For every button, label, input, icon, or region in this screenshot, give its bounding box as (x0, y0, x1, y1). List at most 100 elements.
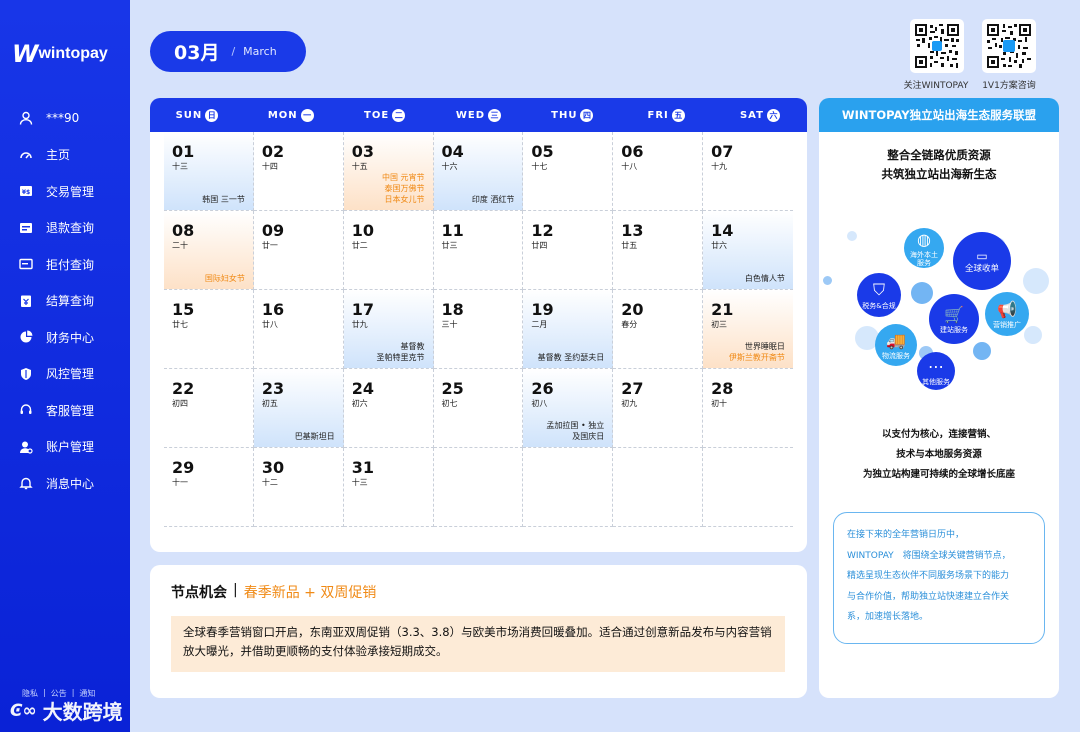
day-number: 17 (351, 300, 374, 319)
service-bubble-local[interactable]: ◍ 海外本土 服务 (904, 228, 944, 268)
calendar-day[interactable]: 24 初六 (343, 369, 434, 448)
calendar-day[interactable]: 26 初八 孟加拉国 • 独立 及国庆日 (523, 369, 614, 448)
opportunity-title: 节点机会 | 春季新品 + 双周促销 (171, 582, 376, 602)
lunar-date: 春分 (621, 320, 638, 329)
sidebar-item-label: 结算查询 (46, 294, 95, 309)
day-number: 12 (531, 221, 554, 240)
calendar-day[interactable]: 17 廿九 基督教 圣帕特里克节 (343, 290, 434, 369)
lunar-date: 廿八 (261, 320, 278, 329)
calendar: SUN 日 MON 一 TOE 二 WED 三 THU 四 FRI 五 SAT 六 01 十三 韩国 三一节 0… (150, 98, 807, 552)
panel-subtitle-line: 共筑独立站出海新生态 (881, 167, 997, 181)
shield-icon (18, 366, 34, 382)
service-bubble-other[interactable]: ⋯ 其他服务 (917, 352, 955, 390)
calendar-day[interactable]: 04 十六 印度 洒红节 (433, 132, 524, 211)
sidebar-item-chargebacks[interactable]: 拒付查询 (18, 246, 128, 283)
festival-line: 伊斯兰教开斋节 (728, 353, 785, 362)
day-number: 01 (172, 142, 195, 161)
calendar-day[interactable]: 20 春分 (613, 290, 704, 369)
decor-bubble (1023, 268, 1049, 294)
panel-description-line: 为独立站构建可持续的全球增长底座 (862, 469, 1015, 480)
calendar-day[interactable]: 31 十三 (343, 448, 434, 527)
calendar-day[interactable]: 30 十二 (253, 448, 344, 527)
sidebar-item-service[interactable]: 客服管理 (18, 392, 128, 429)
lunar-date: 廿四 (531, 241, 548, 250)
calendar-day[interactable]: 15 廿七 (164, 290, 254, 369)
headset-icon (18, 402, 34, 418)
lunar-date: 初七 (441, 399, 458, 408)
user-icon (18, 110, 34, 126)
calendar-day[interactable]: 19 二月 基督教 圣约瑟夫日 (523, 290, 614, 369)
calendar-day[interactable]: 12 廿四 (523, 211, 614, 290)
calendar-day-empty (703, 448, 793, 527)
calendar-day[interactable]: 03 十五 中国 元宵节 泰国万佛节 日本女儿节 (343, 132, 434, 211)
logo[interactable]: W wintopay (12, 40, 108, 68)
calendar-day[interactable]: 10 廿二 (343, 211, 434, 290)
sidebar-item-account[interactable]: 账户管理 (18, 429, 128, 466)
calendar-day[interactable]: 05 十七 (523, 132, 614, 211)
panel-header: WINTOPAY独立站出海生态服务联盟 (819, 98, 1059, 132)
sidebar-item-settlement[interactable]: 结算查询 (18, 283, 128, 320)
day-number: 04 (441, 142, 464, 161)
service-bubble-tax[interactable]: ⛉ 税务&合规 (857, 273, 901, 317)
day-number: 15 (172, 300, 195, 319)
weekday-badge: 六 (766, 108, 780, 122)
day-number: 10 (351, 221, 374, 240)
service-bubble-label: 税务&合规 (862, 302, 896, 310)
day-number: 08 (172, 221, 195, 240)
calendar-day[interactable]: 27 初九 (613, 369, 704, 448)
calendar-day[interactable]: 23 初五 巴基斯坦日 (253, 369, 344, 448)
service-bubble-diagram: ◍ 海外本土 服务 ▭ 全球收单 ⛉ 税务&合规 🛒 建站服务 📢 营销推广 🚚 … (819, 216, 1059, 396)
intro-line: 系，加速增长落地。 (847, 612, 929, 622)
weekday-label: WED (455, 109, 486, 121)
sidebar-item-home[interactable]: 主页 (18, 137, 128, 174)
calendar-day[interactable]: 29 十一 (164, 448, 254, 527)
service-bubble-label: 全球收单 (964, 264, 999, 274)
service-bubble-site-building[interactable]: 🛒 建站服务 (929, 294, 979, 344)
lunar-date: 十三 (172, 162, 188, 171)
service-bubble-marketing[interactable]: 📢 营销推广 (985, 292, 1029, 336)
festival-line: 中国 元宵节 (381, 173, 425, 182)
calendar-day[interactable]: 25 初七 (433, 369, 524, 448)
festival-line: 日本女儿节 (384, 195, 425, 204)
sidebar-item-messages[interactable]: 消息中心 (18, 465, 128, 502)
card-icon: ▭ (976, 249, 988, 263)
lunar-date: 初四 (172, 399, 188, 408)
opportunity-highlight: 春季新品 + 双周促销 (243, 585, 377, 601)
calendar-day[interactable]: 11 廿三 (433, 211, 524, 290)
service-bubble-acquiring[interactable]: ▭ 全球收单 (953, 232, 1011, 290)
sidebar-item-refunds[interactable]: 退款查询 (18, 210, 128, 247)
calendar-day[interactable]: 01 十三 韩国 三一节 (164, 132, 254, 211)
calendar-day[interactable]: 09 廿一 (253, 211, 344, 290)
user-account[interactable]: ***90 (18, 100, 128, 137)
day-number: 28 (711, 379, 734, 398)
calendar-day[interactable]: 21 初三 世界睡眠日 伊斯兰教开斋节 (703, 290, 793, 369)
calendar-day[interactable]: 14 廿六 白色情人节 (703, 211, 793, 290)
decor-bubble (847, 231, 857, 241)
panel-subtitle-line: 整合全链路优质资源 (887, 148, 991, 162)
sidebar-item-transactions[interactable]: ¥$ 交易管理 (18, 173, 128, 210)
calendar-day[interactable]: 13 廿五 (613, 211, 704, 290)
month-selector[interactable]: 03月 / March (150, 31, 306, 72)
sidebar: W wintopay ***90 主页 ¥$ 交易管理 退款查询 拒付查询 结算… (0, 0, 130, 732)
festival-label: 世界睡眠日 伊斯兰教开斋节 (729, 341, 785, 363)
calendar-grid: 01 十三 韩国 三一节 02 十四 03 十五 中国 元宵节 泰国万佛节 日本女儿节 04 十六 印度… (164, 132, 793, 527)
festival-line: 白色情人节 (744, 274, 785, 283)
sidebar-item-risk[interactable]: 风控管理 (18, 356, 128, 393)
refund-icon (18, 220, 34, 236)
calendar-day[interactable]: 02 十四 (253, 132, 344, 211)
service-bubble-logistics[interactable]: 🚚 物流服务 (875, 324, 917, 366)
calendar-day[interactable]: 28 初十 (703, 369, 793, 448)
weekday-label: TOE (364, 109, 390, 121)
opportunity-body: 全球春季营销窗口开启，东南亚双周促销（3.3、3.8）与欧美市场消费回暖叠加。适… (171, 616, 785, 672)
festival-label: 基督教 圣帕特里克节 (377, 341, 425, 363)
calendar-day[interactable]: 22 初四 (164, 369, 254, 448)
lunar-date: 初十 (711, 399, 728, 408)
calendar-day[interactable]: 18 三十 (433, 290, 524, 369)
calendar-day[interactable]: 08 二十 国际妇女节 (164, 211, 254, 290)
lunar-date: 廿五 (621, 241, 638, 250)
sidebar-item-finance[interactable]: 财务中心 (18, 319, 128, 356)
calendar-day[interactable]: 07 十九 (703, 132, 793, 211)
calendar-day[interactable]: 06 十八 (613, 132, 704, 211)
lunar-date: 廿二 (351, 241, 368, 250)
calendar-day[interactable]: 16 廿八 (253, 290, 344, 369)
